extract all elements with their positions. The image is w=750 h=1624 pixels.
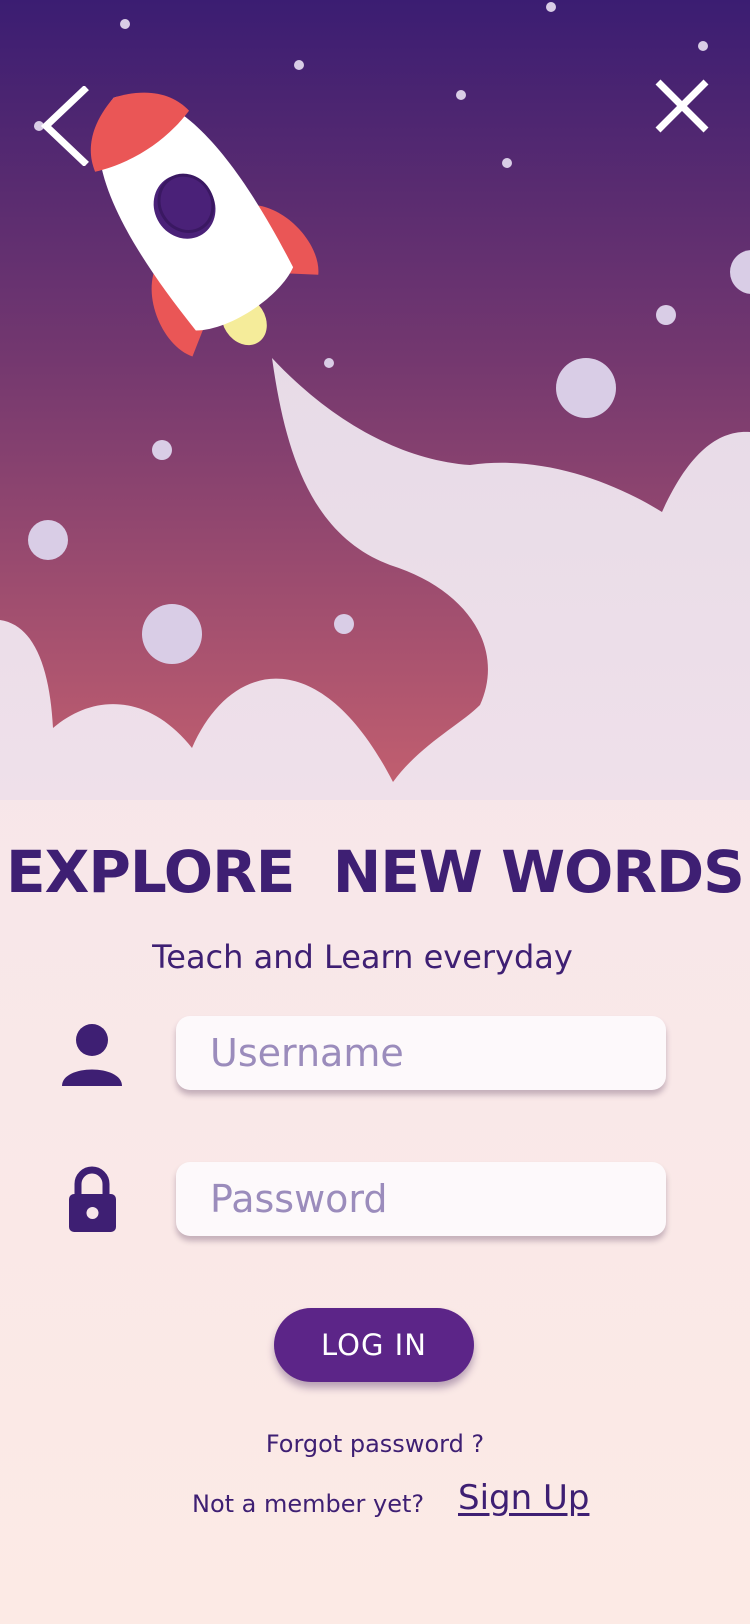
page-title: EXPLORE NEW WORDS bbox=[6, 838, 745, 906]
login-button[interactable]: LOG IN bbox=[274, 1308, 474, 1382]
sign-up-link[interactable]: Sign Up bbox=[458, 1478, 589, 1518]
chevron-left-icon bbox=[40, 85, 89, 167]
username-input[interactable] bbox=[176, 1016, 666, 1090]
hero-illustration bbox=[0, 0, 750, 800]
close-button[interactable] bbox=[650, 74, 714, 138]
user-icon bbox=[62, 1024, 122, 1086]
page-subtitle: Teach and Learn everyday bbox=[152, 938, 573, 976]
lock-icon bbox=[69, 1166, 116, 1232]
close-icon bbox=[655, 79, 709, 133]
back-button[interactable] bbox=[36, 85, 100, 167]
forgot-password-link[interactable]: Forgot password ? bbox=[0, 1430, 750, 1458]
password-input[interactable] bbox=[176, 1162, 666, 1236]
not-member-text: Not a member yet? bbox=[192, 1490, 425, 1518]
